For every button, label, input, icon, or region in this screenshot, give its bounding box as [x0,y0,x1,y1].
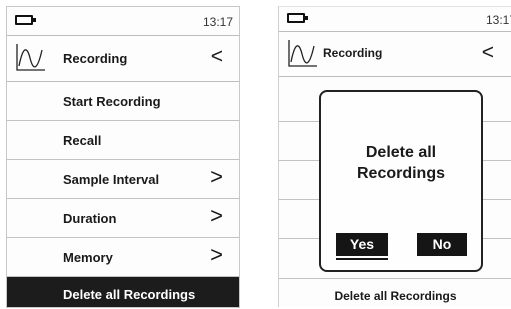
menu-item-memory[interactable]: Memory > [7,238,239,277]
menu-item-label: Sample Interval [63,172,160,187]
menu-divider [279,121,321,122]
clock: 13:17 [485,13,511,27]
menu-header: Recording < [7,36,239,82]
menu-item-recall[interactable]: Recall [7,121,239,160]
menu-item-label: Memory [63,250,113,265]
menu-header: Recording < [279,32,511,77]
selected-menu-label: Delete all Recordings [334,289,457,303]
menu-item-label: Recall [63,133,102,148]
selection-underline [336,258,388,260]
chevron-right-icon: > [210,203,223,228]
waveform-icon [16,44,45,71]
delete-confirm-screen: 13:17 Recording < Delete all Recordings … [278,6,511,307]
menu-title: Recording [323,46,383,60]
battery-icon [287,13,308,23]
recording-menu-screen: 13:17 Recording < Start Recording Recall… [6,6,240,308]
dialog-message: Delete all Recordings [356,144,445,182]
clock: 13:17 [202,15,233,29]
back-button[interactable]: < [482,42,494,63]
menu-item-start-recording[interactable]: Start Recording [7,82,239,121]
menu-item-label: Duration [63,211,117,226]
yes-button[interactable]: Yes [336,233,388,256]
battery-icon [15,15,36,25]
menu-divider [482,160,511,161]
confirm-dialog: Delete all Recordings Yes No [319,90,483,272]
menu-divider [482,121,511,122]
waveform-icon [288,40,317,67]
back-button[interactable]: < [211,46,223,67]
menu-item-label: Start Recording [63,94,161,109]
chevron-right-icon: > [210,242,223,267]
chevron-right-icon: > [210,164,223,189]
menu-divider [482,199,511,200]
menu-divider [482,238,511,239]
menu-divider [279,160,321,161]
menu-divider [279,238,321,239]
status-bar: 13:17 [7,7,239,36]
menu-divider [279,278,511,279]
menu-item-label: Delete all Recordings [63,287,196,302]
menu-item-duration[interactable]: Duration > [7,199,239,238]
menu-title: Recording [63,51,128,66]
menu-item-sample-interval[interactable]: Sample Interval > [7,160,239,199]
menu-item-delete-all-recordings[interactable]: Delete all Recordings [7,277,239,307]
no-button[interactable]: No [417,233,467,256]
status-bar: 13:17 [279,7,511,32]
menu-divider [279,199,321,200]
